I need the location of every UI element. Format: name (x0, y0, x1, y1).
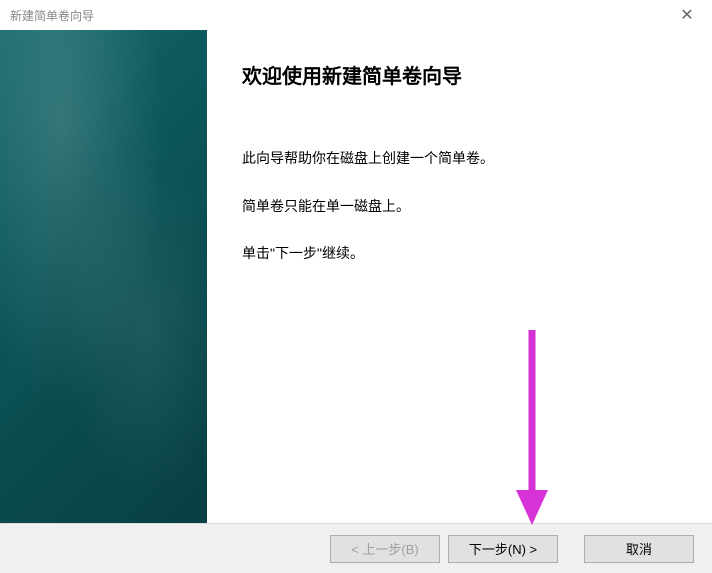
window-title: 新建简单卷向导 (10, 7, 94, 24)
wizard-sidebar-image (0, 30, 207, 523)
close-icon[interactable]: ✕ (672, 5, 702, 25)
titlebar: 新建简单卷向导 ✕ (0, 0, 712, 30)
wizard-paragraph-2: 简单卷只能在单一磁盘上。 (242, 197, 672, 217)
next-button[interactable]: 下一步(N) > (448, 535, 558, 563)
wizard-heading: 欢迎使用新建简单卷向导 (242, 60, 672, 89)
content-area: 欢迎使用新建简单卷向导 此向导帮助你在磁盘上创建一个简单卷。 简单卷只能在单一磁… (0, 30, 712, 523)
button-bar: < 上一步(B) 下一步(N) > 取消 (0, 523, 712, 573)
cancel-button[interactable]: 取消 (584, 535, 694, 563)
main-content: 欢迎使用新建简单卷向导 此向导帮助你在磁盘上创建一个简单卷。 简单卷只能在单一磁… (207, 30, 712, 523)
wizard-paragraph-1: 此向导帮助你在磁盘上创建一个简单卷。 (242, 149, 672, 169)
back-button: < 上一步(B) (330, 535, 440, 563)
wizard-paragraph-3: 单击"下一步"继续。 (242, 244, 672, 264)
